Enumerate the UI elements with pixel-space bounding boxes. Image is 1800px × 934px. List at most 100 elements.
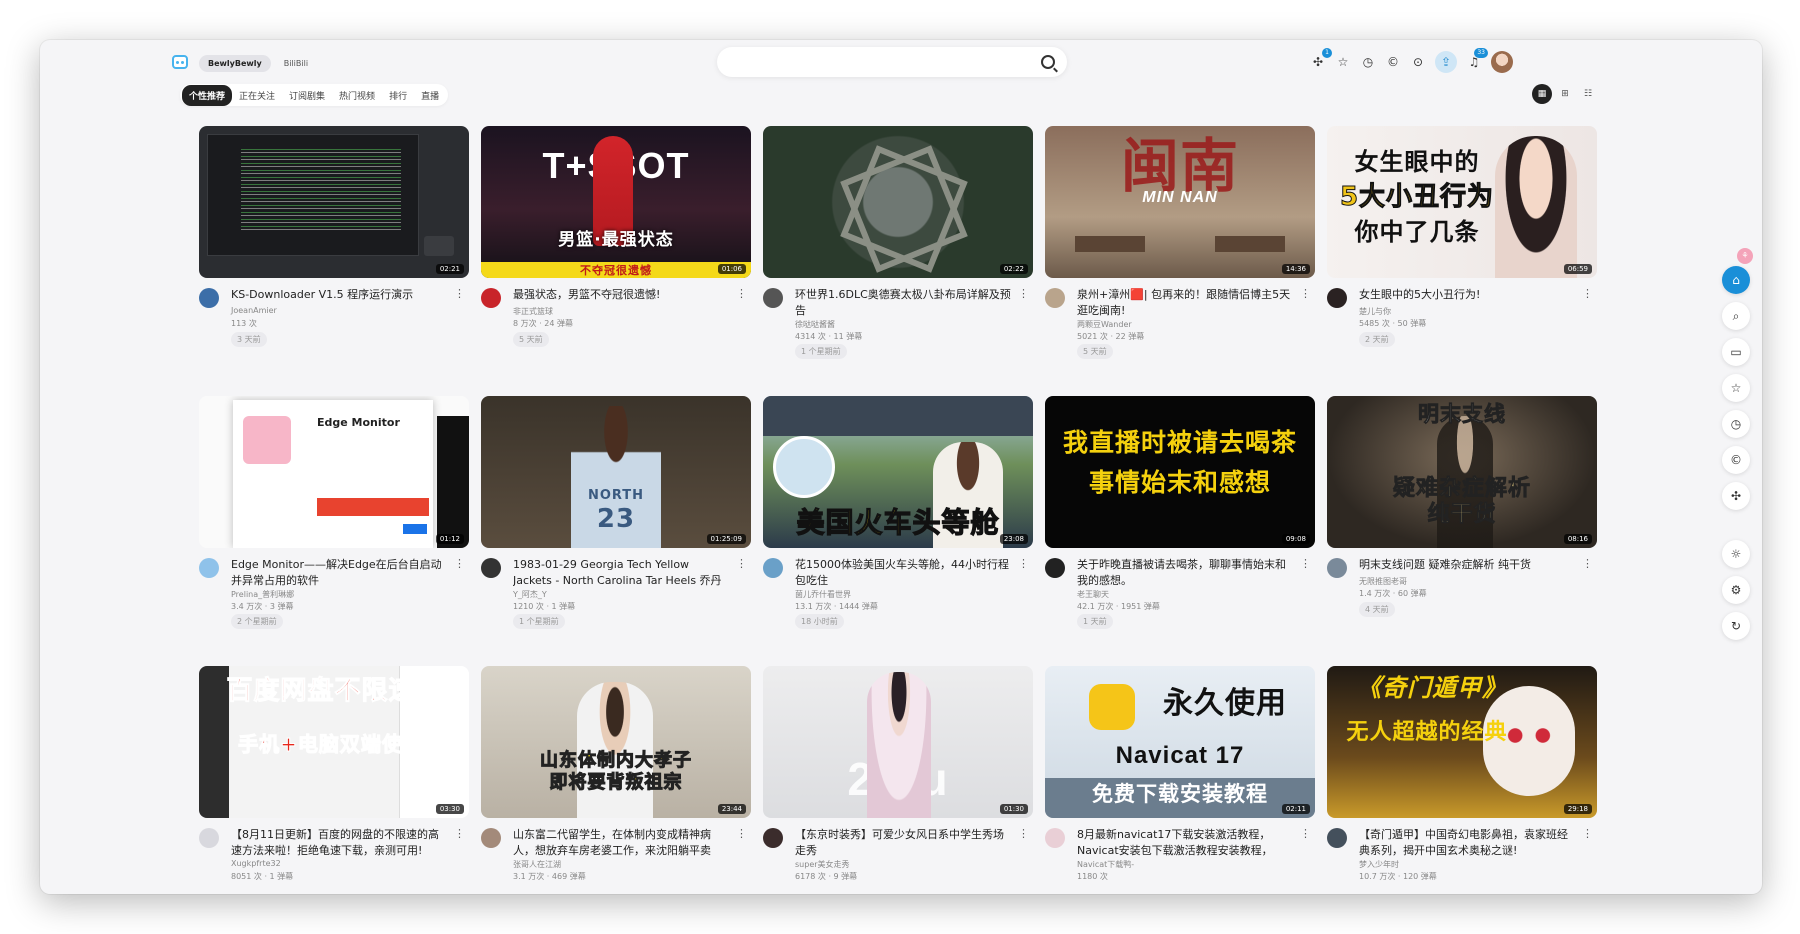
channel-avatar[interactable] — [1045, 828, 1065, 848]
more-options-icon[interactable]: ⋮ — [736, 557, 747, 570]
video-thumbnail[interactable]: 《奇门遁甲》 无人超越的经典 29:18 — [1327, 666, 1597, 818]
coin-icon[interactable]: © — [1385, 54, 1401, 70]
video-title[interactable]: 最强状态，男篮不夺冠很遗憾! — [513, 287, 729, 303]
video-card[interactable]: 美国火车头等舱 23:08 花15000体验美国火车头等舱，44小时行程包吃住 … — [763, 396, 1033, 629]
dock-theme-toggle-icon[interactable]: ☼ — [1722, 540, 1750, 568]
video-author[interactable]: Xugkpfrte32 — [231, 859, 281, 868]
more-options-icon[interactable]: ⋮ — [454, 557, 465, 570]
grid-dense-icon[interactable]: ▦ — [1532, 84, 1552, 104]
more-options-icon[interactable]: ⋮ — [1018, 827, 1029, 840]
channel-avatar[interactable] — [199, 558, 219, 578]
channel-avatar[interactable] — [1045, 558, 1065, 578]
video-card[interactable]: 闽南 MIN NAN 14:36 泉州+漳州🟥| 包再来的！跟随情侣博主5天逛吃… — [1045, 126, 1315, 359]
more-options-icon[interactable]: ⋮ — [1582, 287, 1593, 300]
notification-bell-icon[interactable]: ♫ 33 — [1466, 48, 1488, 70]
dock-settings-icon[interactable]: ⚙ — [1722, 576, 1750, 604]
more-options-icon[interactable]: ⋮ — [454, 827, 465, 840]
moments-icon[interactable]: ✣ 1 — [1310, 48, 1332, 70]
search-bar[interactable] — [717, 47, 1067, 77]
video-author[interactable]: 楚儿与你 — [1359, 306, 1391, 317]
video-card[interactable]: 2 Su 01:30 【东京时装秀】可爱少女风日系中学生秀场走秀 ⋮ super… — [763, 666, 1033, 894]
more-options-icon[interactable]: ⋮ — [1582, 557, 1593, 570]
app-tab-bewlybewly[interactable]: BewlyBewly — [199, 54, 271, 72]
video-card[interactable]: 山东体制内大孝子 即将要背叛祖宗 23:44 山东富二代留学生，在体制内变成精神… — [481, 666, 751, 894]
video-card[interactable]: 02:21 KS-Downloader V1.5 程序运行演示 ⋮ JoeanA… — [199, 126, 469, 356]
dock-refresh-icon[interactable]: ↻ — [1722, 612, 1750, 640]
video-card[interactable]: 女生眼中的 5大小丑行为 你中了几条 06:59 女生眼中的5大小丑行为! ⋮ … — [1327, 126, 1597, 356]
video-title[interactable]: 【东京时装秀】可爱少女风日系中学生秀场走秀 — [795, 827, 1011, 859]
upload-icon[interactable]: ⇪ — [1435, 51, 1457, 73]
video-card[interactable]: 百度网盘不限速 手机+电脑双端使用 03:30 【8月11日更新】百度的网盘的不… — [199, 666, 469, 894]
video-author[interactable]: 两颗豆Wander — [1077, 319, 1132, 330]
list-view-icon[interactable]: ☷ — [1578, 84, 1598, 104]
channel-avatar[interactable] — [199, 828, 219, 848]
video-title[interactable]: 环世界1.6DLC奥德赛太极八卦布局详解及预告 — [795, 287, 1011, 319]
video-author[interactable]: 梦入少年时 — [1359, 859, 1399, 870]
video-title[interactable]: 山东富二代留学生，在体制内变成精神病人，想放弃车房老婆工作，来沈阳躺平卖烤... — [513, 827, 729, 859]
more-options-icon[interactable]: ⋮ — [736, 827, 747, 840]
bewly-logo-icon[interactable] — [172, 55, 188, 69]
tab-following[interactable]: 正在关注 — [232, 85, 282, 106]
video-thumbnail[interactable]: 闽南 MIN NAN 14:36 — [1045, 126, 1315, 278]
video-thumbnail[interactable]: 2 Su 01:30 — [763, 666, 1033, 818]
video-title[interactable]: 花15000体验美国火车头等舱，44小时行程包吃住 — [795, 557, 1011, 589]
video-thumbnail[interactable]: 百度网盘不限速 手机+电脑双端使用 03:30 — [199, 666, 469, 818]
video-card[interactable]: Edge Monitor 01:12 Edge Monitor——解决Edge在… — [199, 396, 469, 629]
video-card[interactable]: 我直播时被请去喝茶 事情始末和感想 09:08 关于昨晚直播被请去喝茶，聊聊事情… — [1045, 396, 1315, 629]
channel-avatar[interactable] — [763, 288, 783, 308]
video-title[interactable]: 【奇门遁甲】中国奇幻电影鼻祖，袁家班经典系列，揭开中国玄术奥秘之谜! — [1359, 827, 1575, 859]
tab-live[interactable]: 直播 — [414, 85, 446, 106]
app-tab-bilibili[interactable]: BiliBili — [275, 55, 317, 72]
video-title[interactable]: 8月最新navicat17下载安装激活教程，Navicat安装包下载激活教程安装… — [1077, 827, 1293, 859]
more-options-icon[interactable]: ⋮ — [1018, 557, 1029, 570]
more-options-icon[interactable]: ⋮ — [736, 287, 747, 300]
video-thumbnail[interactable]: 永久使用 Navicat 17 免费下载安装教程 02:11 — [1045, 666, 1315, 818]
video-thumbnail[interactable]: 02:22 — [763, 126, 1033, 278]
video-card[interactable]: 02:22 环世界1.6DLC奥德赛太极八卦布局详解及预告 ⋮ 徐哒哒酱酱 43… — [763, 126, 1033, 359]
video-author[interactable]: Y_阿杰_Y — [513, 589, 547, 600]
video-card[interactable]: NORTH 23 01:25:09 1983-01-29 Georgia Tec… — [481, 396, 751, 629]
channel-avatar[interactable] — [763, 558, 783, 578]
channel-avatar[interactable] — [1327, 828, 1347, 848]
dock-search-icon[interactable]: ⌕ — [1722, 302, 1750, 330]
channel-avatar[interactable] — [763, 828, 783, 848]
channel-avatar[interactable] — [481, 828, 501, 848]
dock-history-icon[interactable]: ◷ — [1722, 410, 1750, 438]
video-author[interactable]: 菌儿乔什看世界 — [795, 589, 851, 600]
search-icon[interactable] — [1041, 55, 1055, 69]
more-options-icon[interactable]: ⋮ — [454, 287, 465, 300]
video-thumbnail[interactable]: 明末支线 疑难杂症解析 纯干货 08:16 — [1327, 396, 1597, 548]
user-avatar[interactable] — [1491, 51, 1513, 73]
video-author[interactable]: 徐哒哒酱酱 — [795, 319, 835, 330]
dock-moments-icon[interactable]: ✣ — [1722, 482, 1750, 510]
video-title[interactable]: 【8月11日更新】百度的网盘的不限速的高速方法来啦！拒绝龟速下载，亲测可用! — [231, 827, 447, 859]
tab-ranking[interactable]: 排行 — [382, 85, 414, 106]
dock-favorites-icon[interactable]: ☆ — [1722, 374, 1750, 402]
video-thumbnail[interactable]: NORTH 23 01:25:09 — [481, 396, 751, 548]
video-author[interactable]: Navicat下载鸭- — [1077, 859, 1134, 870]
tab-recommended[interactable]: 个性推荐 — [182, 84, 233, 106]
video-title[interactable]: 关于昨晚直播被请去喝茶，聊聊事情始末和我的感想。 — [1077, 557, 1293, 589]
location-pin-icon[interactable]: ⊙ — [1410, 54, 1426, 70]
bewly-mascot-icon[interactable]: ⚘ — [1737, 248, 1753, 264]
video-author[interactable]: super美女走秀 — [795, 859, 850, 870]
channel-avatar[interactable] — [199, 288, 219, 308]
video-card[interactable]: 永久使用 Navicat 17 免费下载安装教程 02:11 8月最新navic… — [1045, 666, 1315, 894]
video-author[interactable]: 非正式篮球 — [513, 306, 553, 317]
more-options-icon[interactable]: ⋮ — [1300, 827, 1311, 840]
dock-home-icon[interactable]: ⌂ — [1722, 266, 1750, 294]
dock-anime-tv-icon[interactable]: ▭ — [1722, 338, 1750, 366]
video-title[interactable]: 1983-01-29 Georgia Tech Yellow Jackets -… — [513, 557, 729, 589]
tab-subscribed-series[interactable]: 订阅剧集 — [282, 85, 332, 106]
video-title[interactable]: Edge Monitor——解决Edge在后台自启动并异常占用的软件 — [231, 557, 447, 589]
video-title[interactable]: KS-Downloader V1.5 程序运行演示 — [231, 287, 447, 303]
video-title[interactable]: 明末支线问题 疑难杂症解析 纯干货 — [1359, 557, 1575, 573]
video-card[interactable]: 明末支线 疑难杂症解析 纯干货 08:16 明末支线问题 疑难杂症解析 纯干货 … — [1327, 396, 1597, 626]
video-author[interactable]: 张哥人在江湖 — [513, 859, 561, 870]
channel-avatar[interactable] — [1327, 288, 1347, 308]
channel-avatar[interactable] — [1045, 288, 1065, 308]
video-title[interactable]: 泉州+漳州🟥| 包再来的！跟随情侣博主5天逛吃闽南! — [1077, 287, 1293, 319]
more-options-icon[interactable]: ⋮ — [1582, 827, 1593, 840]
video-author[interactable]: JoeanAmier — [231, 306, 277, 315]
video-thumbnail[interactable]: 我直播时被请去喝茶 事情始末和感想 09:08 — [1045, 396, 1315, 548]
